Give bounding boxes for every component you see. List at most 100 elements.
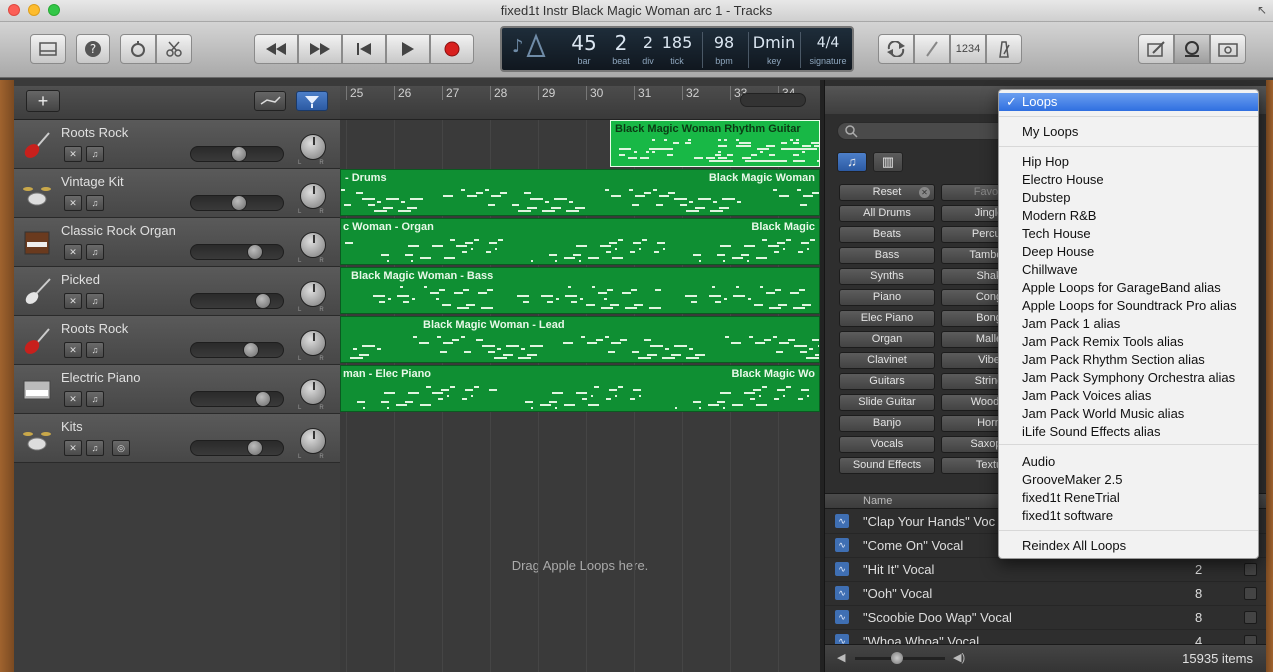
pan-knob[interactable] [300,379,326,405]
mute-button[interactable]: ✕ [64,391,82,407]
notepad-button[interactable] [1138,34,1174,64]
volume-slider[interactable] [190,146,284,162]
menu-item[interactable]: Hip Hop [999,153,1258,171]
volume-knob[interactable] [247,440,263,456]
keyword-button[interactable]: All Drums [839,205,935,222]
mute-button[interactable]: ✕ [64,293,82,309]
track-region[interactable]: Black Magic Woman - Bass [340,267,820,314]
pan-knob[interactable] [300,330,326,356]
loop-browser-button[interactable] [1174,34,1210,64]
menu-item[interactable]: Jam Pack World Music alias [999,405,1258,423]
keyword-button[interactable]: Organ [839,331,935,348]
track-name[interactable]: Kits [61,419,83,434]
keyword-button[interactable]: Guitars [839,373,935,390]
favorite-checkbox[interactable] [1244,587,1257,600]
favorite-checkbox[interactable] [1244,611,1257,624]
track-region[interactable]: c Woman - Organ Black Magic [340,218,820,265]
keyword-button[interactable]: Elec Piano [839,310,935,327]
menu-item[interactable]: fixed1t software [999,507,1258,525]
play-button[interactable] [386,34,430,64]
volume-knob[interactable] [247,244,263,260]
menu-item[interactable]: Jam Pack 1 alias [999,315,1258,333]
quick-help-button[interactable]: ? [76,34,110,64]
menu-item[interactable]: Jam Pack Symphony Orchestra alias [999,369,1258,387]
keyword-button[interactable]: Synths [839,268,935,285]
add-track-button[interactable]: + [26,90,60,112]
solo-headphones-button[interactable]: ♫ [86,293,104,309]
track-region[interactable]: man - Elec Piano Black Magic Wo [340,365,820,412]
menu-item[interactable]: Apple Loops for GarageBand alias [999,279,1258,297]
instrument-view-button[interactable]: ♫ [837,152,867,172]
cycle-button[interactable] [878,34,914,64]
menu-item[interactable]: Apple Loops for Soundtrack Pro alias [999,297,1258,315]
keyword-button[interactable]: Beats [839,226,935,243]
keyword-button[interactable]: Piano [839,289,935,306]
loop-result-row[interactable]: ∿ "Ooh" Vocal 8 [825,582,1267,606]
pan-knob[interactable] [300,232,326,258]
solo-headphones-button[interactable]: ♫ [86,391,104,407]
track-region[interactable]: - Drums Black Magic Woman [340,169,820,216]
track-name[interactable]: Roots Rock [61,321,128,336]
track-name[interactable]: Electric Piano [61,370,140,385]
count-in-button[interactable]: 1234 [950,34,986,64]
volume-slider[interactable] [190,342,284,358]
menu-item[interactable]: iLife Sound Effects alias [999,423,1258,441]
track-name[interactable]: Classic Rock Organ [61,223,176,238]
menu-item[interactable]: Reindex All Loops [999,537,1258,555]
menu-item[interactable]: Deep House [999,243,1258,261]
track-name[interactable]: Vintage Kit [61,174,124,189]
lcd-tempo[interactable]: 98 bpm [706,30,742,70]
volume-knob[interactable] [231,146,247,162]
lcd-signature[interactable]: 4/4 signature [804,30,852,70]
volume-slider[interactable] [190,195,284,211]
pan-knob[interactable] [300,134,326,160]
flex-button[interactable] [296,91,328,111]
solo-headphones-button[interactable]: ♫ [86,146,104,162]
keyword-button[interactable]: Slide Guitar [839,394,935,411]
keyword-button[interactable]: Banjo [839,415,935,432]
go-to-beginning-button[interactable] [342,34,386,64]
solo-headphones-button[interactable]: ♫ [86,342,104,358]
keyword-button[interactable]: Clavinet [839,352,935,369]
input-monitor-button[interactable]: ◎ [112,440,130,456]
media-browser-button[interactable] [1210,34,1246,64]
smart-controls-button[interactable] [120,34,156,64]
rewind-button[interactable] [254,34,298,64]
automation-button[interactable] [254,91,286,111]
keyword-button[interactable]: Sound Effects [839,457,935,474]
track-header[interactable]: Roots Rock ✕ ♫ LR [14,316,340,365]
volume-knob[interactable] [243,342,259,358]
tuner-metronome-icons[interactable]: ♪ [506,30,554,70]
track-region[interactable]: Black Magic Woman - Lead [340,316,820,363]
menu-item[interactable]: Tech House [999,225,1258,243]
track-header[interactable]: Vintage Kit ✕ ♫ LR [14,169,340,218]
loop-result-row[interactable]: ∿ "Hit It" Vocal 2 [825,558,1267,582]
volume-slider[interactable] [190,244,284,260]
timeline-ruler[interactable]: 34333231302928272625 [340,86,820,120]
track-region[interactable]: Black Magic Woman Rhythm Guitar [610,120,820,167]
menu-item[interactable]: Jam Pack Rhythm Section alias [999,351,1258,369]
menu-item[interactable]: fixed1t ReneTrial [999,489,1258,507]
reset-keywords-button[interactable]: Reset ✕ [839,184,935,201]
pan-knob[interactable] [300,428,326,454]
search-field[interactable] [837,122,1007,140]
menu-item[interactable]: Electro House [999,171,1258,189]
record-button[interactable] [430,34,474,64]
mute-button[interactable]: ✕ [64,146,82,162]
pan-knob[interactable] [300,281,326,307]
metronome-button[interactable] [986,34,1022,64]
menu-item[interactable]: Dubstep [999,189,1258,207]
volume-knob[interactable] [231,195,247,211]
track-name[interactable]: Picked [61,272,100,287]
volume-knob[interactable] [255,391,271,407]
menu-item[interactable]: Jam Pack Remix Tools alias [999,333,1258,351]
menu-item[interactable]: Chillwave [999,261,1258,279]
volume-slider[interactable] [190,391,284,407]
menu-item[interactable]: Modern R&B [999,207,1258,225]
fullscreen-icon[interactable]: ↖ [1257,3,1267,17]
volume-knob[interactable] [255,293,271,309]
keyword-button[interactable]: Bass [839,247,935,264]
track-header[interactable]: Electric Piano ✕ ♫ LR [14,365,340,414]
menu-item[interactable]: Jam Pack Voices alias [999,387,1258,405]
lcd-display[interactable]: ♪ 45 bar 2 beat 2 div 185 tick 98 bpm Dmin key… [500,26,854,72]
